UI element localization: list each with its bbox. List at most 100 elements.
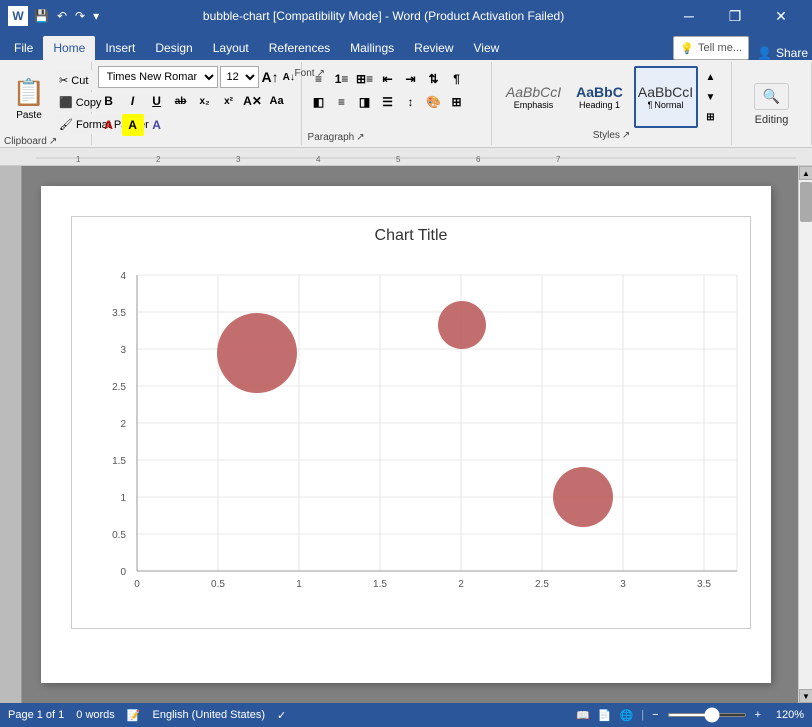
redo-quick-btn[interactable]: ↷: [73, 7, 87, 25]
vertical-scrollbar[interactable]: ▲ ▼: [798, 166, 812, 703]
customize-quick-btn[interactable]: ▾: [91, 7, 101, 25]
person-icon: 👤: [757, 46, 772, 60]
style-emphasis[interactable]: AaBbCcI Emphasis: [502, 66, 566, 128]
paste-label: Paste: [16, 110, 42, 121]
align-right-btn[interactable]: ◨: [354, 91, 376, 113]
view-print-btn[interactable]: 📄: [598, 709, 612, 722]
tab-review[interactable]: Review: [404, 36, 463, 60]
svg-text:2: 2: [120, 419, 126, 430]
zoom-out-btn[interactable]: −: [652, 709, 658, 721]
styles-expand-icon[interactable]: ↗: [622, 130, 630, 141]
close-btn[interactable]: ✕: [758, 0, 804, 32]
share-label: Share: [776, 46, 808, 60]
scroll-up-btn[interactable]: ▲: [799, 166, 812, 180]
multilevel-btn[interactable]: ⊞≡: [354, 68, 376, 90]
svg-text:2: 2: [458, 579, 464, 590]
normal-preview: AaBbCcI: [638, 84, 693, 100]
style-normal[interactable]: AaBbCcI ¶ Normal: [634, 66, 698, 128]
styles-more-btn[interactable]: ⊞: [700, 108, 722, 126]
chart-container[interactable]: Chart Title: [71, 216, 751, 629]
grow-font-btn[interactable]: A↑: [261, 66, 280, 88]
bullets-btn[interactable]: ≡: [308, 68, 330, 90]
subscript-btn[interactable]: x₂: [194, 90, 216, 112]
styles-label: Styles ↗: [593, 130, 631, 141]
tab-mailings[interactable]: Mailings: [340, 36, 404, 60]
underline-btn[interactable]: U: [146, 90, 168, 112]
show-marks-btn[interactable]: ¶: [446, 68, 468, 90]
align-center-btn[interactable]: ≡: [331, 91, 353, 113]
scroll-thumb[interactable]: [800, 182, 812, 222]
search-editing-btn[interactable]: 🔍: [754, 83, 789, 110]
svg-text:4: 4: [316, 155, 321, 164]
highlight-btn[interactable]: A: [122, 114, 144, 136]
styles-up-btn[interactable]: ▲: [700, 68, 722, 86]
font-name-select[interactable]: Times New Roman: [98, 66, 218, 88]
paste-btn[interactable]: 📋 Paste: [4, 66, 54, 132]
track-changes-icon[interactable]: ✓: [277, 709, 286, 722]
zoom-slider[interactable]: [667, 713, 747, 717]
bubble-2[interactable]: [438, 301, 486, 349]
shading-btn[interactable]: 🎨: [423, 91, 445, 113]
font-size-select[interactable]: 12: [220, 66, 259, 88]
heading1-label: Heading 1: [579, 100, 620, 110]
change-case-btn[interactable]: Aa: [266, 90, 288, 112]
line-spacing-btn[interactable]: ↕: [400, 91, 422, 113]
scroll-down-btn[interactable]: ▼: [799, 689, 812, 703]
svg-text:2: 2: [156, 155, 161, 164]
bubble-chart-svg[interactable]: 4 3.5 3 2.5 2 1.5 1 0.5 0 0 0.5 1 1.5 2 …: [82, 255, 742, 615]
para-expand-icon[interactable]: ↗: [356, 132, 364, 143]
tab-design[interactable]: Design: [145, 36, 202, 60]
decrease-indent-btn[interactable]: ⇤: [377, 68, 399, 90]
share-btn[interactable]: 👤 Share: [757, 46, 808, 60]
svg-text:1: 1: [120, 493, 126, 504]
strikethrough-btn[interactable]: ab: [170, 90, 192, 112]
tab-view[interactable]: View: [464, 36, 510, 60]
style-heading1[interactable]: AaBbC Heading 1: [568, 66, 632, 128]
tab-file[interactable]: File: [4, 36, 43, 60]
tab-layout[interactable]: Layout: [203, 36, 259, 60]
tab-home[interactable]: Home: [43, 36, 95, 60]
zoom-in-btn[interactable]: +: [755, 709, 761, 721]
align-left-btn[interactable]: ◧: [308, 91, 330, 113]
view-read-btn[interactable]: 📖: [576, 709, 590, 722]
bold-btn[interactable]: B: [98, 90, 120, 112]
text-effects-btn[interactable]: A: [146, 114, 168, 136]
document-area: Chart Title: [0, 166, 812, 703]
svg-text:4: 4: [120, 271, 126, 282]
svg-text:0: 0: [134, 579, 140, 590]
proofing-icon[interactable]: 📝: [127, 709, 141, 722]
heading1-preview: AaBbC: [576, 84, 623, 100]
borders-btn[interactable]: ⊞: [446, 91, 468, 113]
font-group: Times New Roman 12 A↑ A↓ B I U ab x₂ x² …: [92, 62, 302, 145]
numbering-btn[interactable]: 1≡: [331, 68, 353, 90]
minimize-btn[interactable]: ─: [666, 0, 712, 32]
undo-quick-btn[interactable]: ↶: [55, 7, 69, 25]
chart-area: 4 3.5 3 2.5 2 1.5 1 0.5 0 0 0.5 1 1.5 2 …: [82, 255, 740, 618]
tell-me-box[interactable]: 💡 Tell me...: [673, 36, 749, 60]
tab-references[interactable]: References: [259, 36, 340, 60]
language[interactable]: English (United States): [153, 709, 266, 721]
window-controls: ─ ❐ ✕: [666, 0, 804, 32]
window-title: bubble-chart [Compatibility Mode] - Word…: [101, 9, 666, 23]
bubble-3[interactable]: [553, 467, 613, 527]
superscript-btn[interactable]: x²: [218, 90, 240, 112]
italic-btn[interactable]: I: [122, 90, 144, 112]
zoom-level[interactable]: 120%: [769, 709, 804, 721]
document-page[interactable]: Chart Title: [41, 186, 771, 683]
clipboard-expand-icon[interactable]: ↗: [49, 136, 57, 147]
font-color-btn[interactable]: A: [98, 114, 120, 136]
bubble-1[interactable]: [217, 313, 297, 393]
tab-insert[interactable]: Insert: [95, 36, 145, 60]
sort-btn[interactable]: ⇅: [423, 68, 445, 90]
view-web-btn[interactable]: 🌐: [620, 709, 634, 722]
justify-btn[interactable]: ☰: [377, 91, 399, 113]
editing-label: Editing: [755, 114, 789, 126]
svg-text:1.5: 1.5: [373, 579, 387, 590]
title-bar: W 💾 ↶ ↷ ▾ bubble-chart [Compatibility Mo…: [0, 0, 812, 32]
save-quick-btn[interactable]: 💾: [32, 7, 51, 25]
styles-down-btn[interactable]: ▼: [700, 88, 722, 106]
clear-format-btn[interactable]: A✕: [242, 90, 264, 112]
increase-indent-btn[interactable]: ⇥: [400, 68, 422, 90]
restore-btn[interactable]: ❐: [712, 0, 758, 32]
word-count: 0 words: [76, 709, 115, 721]
